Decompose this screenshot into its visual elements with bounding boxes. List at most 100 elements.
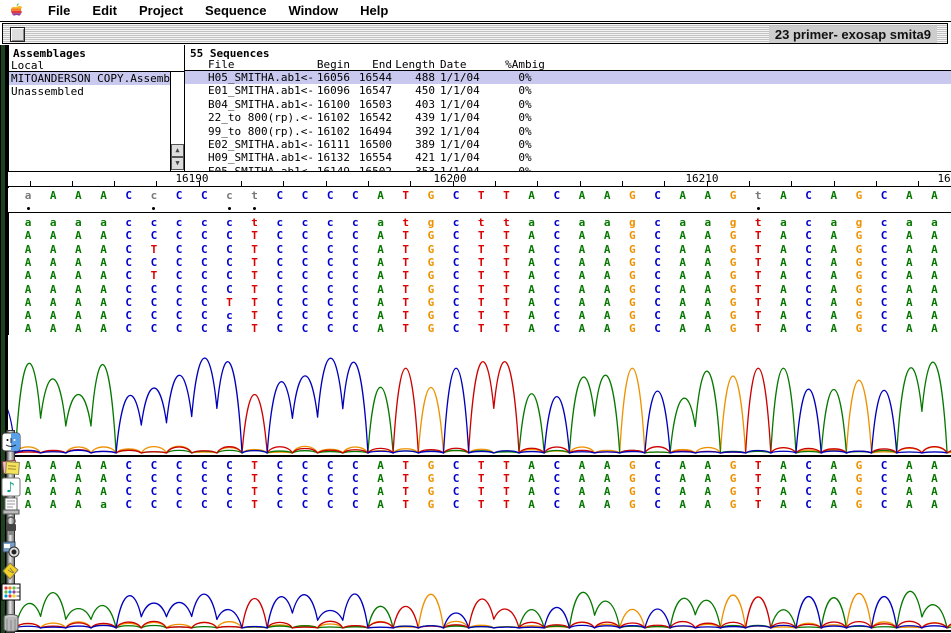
base-cell[interactable]: A bbox=[16, 310, 41, 322]
base-cell[interactable]: C bbox=[167, 310, 192, 322]
base-cell[interactable]: A bbox=[91, 257, 116, 269]
menu-item-sequence[interactable]: Sequence bbox=[194, 3, 277, 18]
base-cell[interactable]: T bbox=[242, 230, 267, 242]
base-cell[interactable]: A bbox=[66, 284, 91, 296]
base-cell[interactable]: A bbox=[16, 284, 41, 296]
base-cell[interactable]: C bbox=[167, 460, 192, 472]
base-cell[interactable]: C bbox=[872, 460, 897, 472]
hand-tool-icon[interactable] bbox=[1, 561, 21, 581]
base-cell[interactable]: C bbox=[796, 244, 821, 256]
base-cell[interactable]: A bbox=[91, 190, 116, 202]
base-cell[interactable]: A bbox=[519, 486, 544, 498]
base-cell[interactable]: A bbox=[519, 297, 544, 309]
base-cell[interactable]: C bbox=[167, 284, 192, 296]
base-cell[interactable]: C bbox=[292, 486, 317, 498]
menu-item-file[interactable]: File bbox=[37, 3, 81, 18]
base-cell[interactable]: T bbox=[494, 323, 519, 335]
base-cell[interactable]: C bbox=[217, 270, 242, 282]
base-cell[interactable]: T bbox=[494, 486, 519, 498]
base-cell[interactable]: A bbox=[821, 270, 846, 282]
base-cell[interactable]: T bbox=[393, 460, 418, 472]
base-cell[interactable]: A bbox=[569, 486, 594, 498]
base-cell[interactable]: A bbox=[695, 473, 720, 485]
base-cell[interactable]: A bbox=[569, 270, 594, 282]
base-cell[interactable]: C bbox=[167, 244, 192, 256]
base-cell[interactable]: C bbox=[444, 284, 469, 296]
base-cell[interactable]: G bbox=[721, 270, 746, 282]
base-cell[interactable]: C bbox=[444, 486, 469, 498]
menu-item-project[interactable]: Project bbox=[128, 3, 194, 18]
base-cell[interactable]: A bbox=[771, 284, 796, 296]
base-cell[interactable]: C bbox=[141, 473, 166, 485]
base-cell[interactable]: C bbox=[167, 270, 192, 282]
base-cell[interactable]: T bbox=[242, 460, 267, 472]
base-cell[interactable]: A bbox=[821, 473, 846, 485]
base-cell[interactable]: A bbox=[66, 460, 91, 472]
base-cell[interactable]: C bbox=[192, 257, 217, 269]
base-cell[interactable]: g bbox=[846, 217, 871, 229]
base-cell[interactable]: T bbox=[469, 230, 494, 242]
base-cell[interactable]: A bbox=[922, 323, 947, 335]
base-cell[interactable]: c bbox=[267, 217, 292, 229]
assemblage-item[interactable]: Unassembled bbox=[9, 85, 170, 98]
base-cell[interactable]: G bbox=[846, 244, 871, 256]
base-cell[interactable]: C bbox=[645, 460, 670, 472]
base-cell[interactable]: T bbox=[494, 499, 519, 511]
base-cell[interactable]: A bbox=[821, 190, 846, 202]
base-cell[interactable]: c bbox=[796, 217, 821, 229]
base-cell[interactable]: T bbox=[393, 473, 418, 485]
base-cell[interactable]: G bbox=[418, 473, 443, 485]
base-cell[interactable]: G bbox=[721, 230, 746, 242]
base-cell[interactable]: a bbox=[897, 217, 922, 229]
base-cell[interactable]: T bbox=[217, 297, 242, 309]
base-cell[interactable]: C bbox=[343, 310, 368, 322]
base-cell[interactable]: A bbox=[922, 244, 947, 256]
sticky-notes-icon[interactable] bbox=[1, 457, 21, 477]
assemblages-scrollbar[interactable]: ▲ ▼ bbox=[170, 72, 184, 172]
base-cell[interactable]: A bbox=[368, 486, 393, 498]
base-cell[interactable]: T bbox=[494, 270, 519, 282]
base-cell[interactable]: C bbox=[116, 270, 141, 282]
base-cell[interactable]: A bbox=[569, 460, 594, 472]
base-cell[interactable]: A bbox=[368, 190, 393, 202]
base-cell[interactable]: G bbox=[418, 244, 443, 256]
base-cell[interactable]: C bbox=[292, 297, 317, 309]
base-cell[interactable]: C bbox=[292, 473, 317, 485]
base-cell[interactable]: C bbox=[343, 270, 368, 282]
base-cell[interactable]: A bbox=[595, 473, 620, 485]
base-cell[interactable]: C bbox=[444, 244, 469, 256]
base-cell[interactable]: a bbox=[771, 217, 796, 229]
base-cell[interactable]: a bbox=[595, 217, 620, 229]
base-cell[interactable]: C bbox=[192, 460, 217, 472]
base-cell[interactable]: T bbox=[242, 310, 267, 322]
sequence-table-row[interactable]: 99_to 800(rp).<-16102164943921/1/040% bbox=[185, 125, 951, 138]
base-cell[interactable]: C bbox=[267, 230, 292, 242]
base-cell[interactable]: C bbox=[872, 284, 897, 296]
base-cell[interactable]: A bbox=[595, 270, 620, 282]
base-cell[interactable]: T bbox=[393, 230, 418, 242]
base-cell[interactable]: A bbox=[66, 499, 91, 511]
base-cell[interactable]: C bbox=[343, 297, 368, 309]
base-cell[interactable]: C bbox=[343, 190, 368, 202]
base-cell[interactable]: C bbox=[192, 190, 217, 202]
base-cell[interactable]: C bbox=[318, 297, 343, 309]
base-cell[interactable]: A bbox=[595, 190, 620, 202]
base-cell[interactable]: A bbox=[771, 257, 796, 269]
base-cell[interactable]: C bbox=[343, 284, 368, 296]
base-cell[interactable]: A bbox=[41, 230, 66, 242]
base-cell[interactable]: A bbox=[897, 244, 922, 256]
base-row[interactable]: AAAACCCCCTCCCCATGCTTACAAGCAAGTACAGCAA bbox=[8, 284, 951, 297]
base-cell[interactable]: A bbox=[897, 473, 922, 485]
base-cell[interactable]: c bbox=[444, 217, 469, 229]
base-cell[interactable]: A bbox=[695, 499, 720, 511]
base-cell[interactable]: C bbox=[796, 473, 821, 485]
base-cell[interactable]: A bbox=[922, 310, 947, 322]
base-cell[interactable]: A bbox=[595, 230, 620, 242]
base-cell[interactable]: T bbox=[746, 499, 771, 511]
base-cell[interactable]: C bbox=[292, 310, 317, 322]
base-cell[interactable]: A bbox=[821, 230, 846, 242]
base-cell[interactable]: G bbox=[620, 244, 645, 256]
base-row[interactable]: AAAACCCCcTCCCCATGCTTACAAGCAAGTACAGCAA bbox=[8, 310, 951, 323]
base-cell[interactable]: A bbox=[670, 310, 695, 322]
base-cell[interactable]: C bbox=[267, 244, 292, 256]
